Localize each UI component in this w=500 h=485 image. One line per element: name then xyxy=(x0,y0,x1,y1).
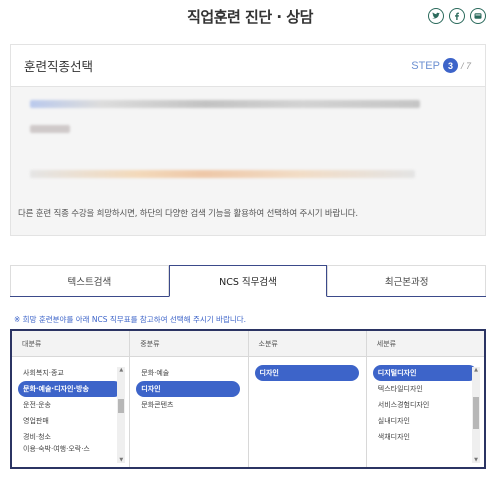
step-label: STEP xyxy=(411,59,440,72)
twitter-icon[interactable] xyxy=(428,8,444,24)
scroll-thumb[interactable] xyxy=(118,399,125,413)
column-header: 세분류 xyxy=(366,331,484,357)
scroll-thumb[interactable] xyxy=(473,397,479,429)
ncs-column-minor: 소분류 디자인 xyxy=(248,331,367,467)
step-indicator: STEP 3 / 7 xyxy=(411,58,471,73)
tab-ncs-search[interactable]: NCS 직무검색 xyxy=(168,265,328,297)
step-header: 훈련직종선택 STEP 3 / 7 xyxy=(11,45,485,87)
ncs-column-detail: 세분류 디지털디자인 텍스타일디자인 서비스경험디자인 실내디자인 색채디자인 … xyxy=(366,331,484,467)
ncs-column-major: 대분류 사회복지·종교 문화·예술·디자인·방송 운전·운송 영업판매 경비·청… xyxy=(12,331,131,467)
search-tabs: 텍스트검색 NCS 직무검색 최근본과정 xyxy=(10,265,487,297)
list-item[interactable]: 영업판매 xyxy=(18,413,123,429)
ncs-notice: ※ 희망 훈련분야를 아래 NCS 직무표를 참고하여 선택해 주시기 바랍니다… xyxy=(14,315,247,324)
kakao-icon[interactable] xyxy=(470,8,486,24)
tab-text-search[interactable]: 텍스트검색 xyxy=(10,265,169,296)
ncs-list: 사회복지·종교 문화·예술·디자인·방송 운전·운송 영업판매 경비·청소 이용… xyxy=(12,357,129,467)
tab-recent-courses[interactable]: 최근본과정 xyxy=(327,265,487,296)
ncs-column-middle: 중분류 문화·예술 디자인 문화콘텐츠 xyxy=(130,331,249,467)
list-item-selected[interactable]: 디지털디자인 xyxy=(372,365,477,381)
list-item[interactable]: 사회복지·종교 xyxy=(18,365,123,381)
scroll-up-icon[interactable]: ▲ xyxy=(117,367,125,373)
page-title: 직업훈련 진단 · 상담 xyxy=(187,8,313,26)
list-item[interactable]: 문화·예술 xyxy=(136,365,241,381)
ncs-list: 디지털디자인 텍스타일디자인 서비스경험디자인 실내디자인 색채디자인 xyxy=(367,357,484,467)
list-item[interactable]: 서비스경험디자인 xyxy=(373,397,478,413)
list-item[interactable]: 경비·청소 xyxy=(18,429,123,445)
step-total: / 7 xyxy=(460,60,471,71)
ncs-list: 문화·예술 디자인 문화콘텐츠 xyxy=(130,357,247,467)
redacted-text-line xyxy=(30,125,70,133)
step-description: 다른 훈련 직종 수강을 희망하시면, 하단의 다양한 검색 기능을 활용하여 … xyxy=(18,209,358,219)
scrollbar[interactable]: ▲ ▼ xyxy=(472,367,480,463)
redacted-text-line xyxy=(30,100,420,108)
step-current-badge: 3 xyxy=(442,58,458,73)
column-header: 소분류 xyxy=(248,331,366,357)
redacted-text-line xyxy=(30,170,415,178)
list-item[interactable]: 이용·숙박·여행·오락·스 xyxy=(18,445,123,454)
list-item-selected[interactable]: 디자인 xyxy=(136,381,241,397)
ncs-list: 디자인 xyxy=(249,357,366,467)
facebook-icon[interactable] xyxy=(449,8,465,24)
list-item-selected[interactable]: 문화·예술·디자인·방송 xyxy=(18,381,122,397)
ncs-selector: 대분류 사회복지·종교 문화·예술·디자인·방송 운전·운송 영업판매 경비·청… xyxy=(10,329,486,469)
list-item[interactable]: 실내디자인 xyxy=(373,413,478,429)
step-title: 훈련직종선택 xyxy=(24,59,94,74)
scroll-down-icon[interactable]: ▼ xyxy=(117,457,125,463)
list-item-selected[interactable]: 디자인 xyxy=(254,365,359,381)
scroll-up-icon[interactable]: ▲ xyxy=(472,367,480,373)
list-item[interactable]: 문화콘텐츠 xyxy=(136,397,241,413)
list-item[interactable]: 운전·운송 xyxy=(18,397,123,413)
share-buttons xyxy=(428,8,486,24)
column-header: 대분류 xyxy=(12,331,130,357)
column-header: 중분류 xyxy=(130,331,248,357)
scroll-down-icon[interactable]: ▼ xyxy=(472,457,480,463)
list-item[interactable]: 색채디자인 xyxy=(373,429,478,445)
scrollbar[interactable]: ▲ ▼ xyxy=(117,367,126,463)
list-item[interactable]: 텍스타일디자인 xyxy=(373,381,478,397)
